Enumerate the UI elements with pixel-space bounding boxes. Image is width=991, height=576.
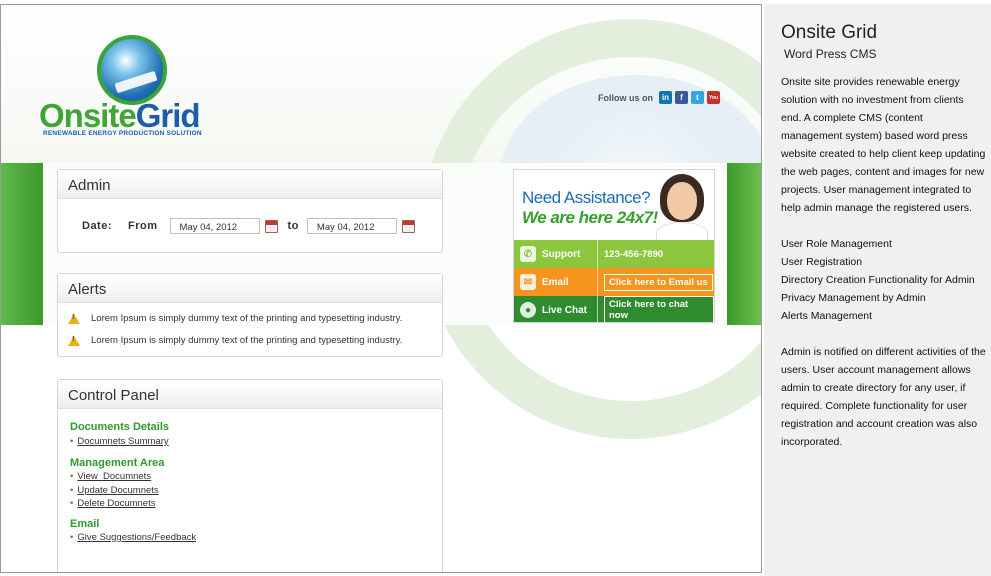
linkedin-icon[interactable]: in xyxy=(659,91,672,104)
feature-item: Privacy Management by Admin xyxy=(781,292,926,304)
bullet-icon: • xyxy=(70,532,74,543)
update-documents-link[interactable]: Update Documnets xyxy=(77,485,158,496)
green-band-left xyxy=(1,163,43,325)
onsite-grid-logo[interactable]: OnsiteGrid RENEWABLE ENERGY PRODUCTION S… xyxy=(39,33,229,143)
feedback-link-row: • Give Suggestions/Feedback xyxy=(70,532,196,543)
chat-now-button[interactable]: Click here to chat now xyxy=(604,296,714,322)
bullet-icon: • xyxy=(70,471,74,482)
calendar-icon[interactable] xyxy=(401,219,415,233)
agent-face xyxy=(667,182,697,220)
support-label: Support xyxy=(542,248,581,260)
email-heading: Email xyxy=(70,518,100,530)
documents-details-heading: Documents Details xyxy=(70,421,170,433)
to-label: to xyxy=(287,220,299,232)
assistance-subtitle: We are here 24x7! xyxy=(522,208,658,227)
youtube-icon[interactable]: You xyxy=(707,91,720,104)
feature-item: Directory Creation Functionality for Adm… xyxy=(781,274,975,286)
email-row: ✉ Email Click here to Email us xyxy=(514,268,714,296)
logo-tagline: RENEWABLE ENERGY PRODUCTION SOLUTION xyxy=(43,130,202,137)
alert-item: Lorem Ipsum is simply dummy text of the … xyxy=(68,335,402,346)
documents-summary-link[interactable]: Documnets Summary xyxy=(77,436,168,447)
project-description: Onsite Grid Word Press CMS Onsite site p… xyxy=(764,4,991,576)
feature-item: User Registration xyxy=(781,256,863,268)
from-date-input[interactable] xyxy=(169,218,260,234)
assistance-title: Need Assistance? xyxy=(522,188,651,207)
live-chat-row: ● Live Chat Click here to chat now xyxy=(514,296,714,322)
bullet-icon: • xyxy=(70,498,74,509)
logo-word-onsite: Onsite xyxy=(39,97,137,134)
project-subtitle: Word Press CMS xyxy=(784,47,877,61)
documents-summary-link-row: • Documnets Summary xyxy=(70,436,169,447)
delete-documents-link[interactable]: Delete Documnets xyxy=(77,498,155,509)
to-date-input[interactable] xyxy=(306,218,397,234)
warning-icon xyxy=(68,313,80,324)
facebook-icon[interactable]: f xyxy=(675,91,688,104)
alert-text: Lorem Ipsum is simply dummy text of the … xyxy=(91,335,403,346)
control-panel: Control Panel Documents Details • Documne… xyxy=(57,379,443,572)
alerts-panel-title: Alerts xyxy=(58,274,442,303)
update-documents-link-row: • Update Documnets xyxy=(70,485,159,496)
twitter-icon[interactable]: t xyxy=(691,91,704,104)
control-panel-title: Control Panel xyxy=(58,380,442,409)
from-label: From xyxy=(128,220,158,232)
date-label: Date: xyxy=(82,220,113,232)
admin-panel: Admin Date: From to xyxy=(57,169,443,253)
calendar-icon[interactable] xyxy=(264,219,278,233)
support-agent-image xyxy=(656,174,708,244)
envelope-icon: ✉ xyxy=(520,274,536,290)
alert-text: Lorem Ipsum is simply dummy text of the … xyxy=(91,313,403,324)
view-documents-link-row: • View Documnets xyxy=(70,471,151,482)
live-chat-label: Live Chat xyxy=(542,304,588,316)
view-documents-link[interactable]: View Documnets xyxy=(77,471,151,482)
support-label-cell: ✆ Support xyxy=(514,240,598,268)
feature-list: User Role Management User Registration D… xyxy=(781,235,991,325)
website-screenshot: OnsiteGrid RENEWABLE ENERGY PRODUCTION S… xyxy=(0,4,762,573)
logo-word-grid: Grid xyxy=(135,97,201,134)
warning-icon xyxy=(68,335,80,346)
support-phone[interactable]: 123-456-7890 xyxy=(598,249,714,260)
follow-us-bar: Follow us on in f t You xyxy=(598,91,720,104)
project-closing: Admin is notified on different activitie… xyxy=(781,346,986,448)
email-us-button[interactable]: Click here to Email us xyxy=(604,273,713,291)
email-label: Email xyxy=(542,276,569,288)
chat-bubble-icon: ● xyxy=(520,302,536,318)
feature-item: Alerts Management xyxy=(781,310,873,322)
need-assistance-box: Need Assistance? We are here 24x7! ✆ Supp… xyxy=(513,169,715,323)
globe-logo-icon xyxy=(97,35,167,105)
follow-us-label: Follow us on xyxy=(598,92,653,103)
date-range-row: Date: From to xyxy=(82,218,415,234)
alerts-panel: Alerts Lorem Ipsum is simply dummy text … xyxy=(57,273,443,357)
green-band-right xyxy=(727,163,761,325)
bullet-icon: • xyxy=(70,485,74,496)
project-title: Onsite Grid xyxy=(781,22,878,43)
phone-icon: ✆ xyxy=(520,246,536,262)
support-row: ✆ Support 123-456-7890 xyxy=(514,240,714,268)
email-label-cell: ✉ Email xyxy=(514,268,598,296)
alert-item: Lorem Ipsum is simply dummy text of the … xyxy=(68,313,402,324)
chat-label-cell: ● Live Chat xyxy=(514,296,598,322)
management-area-heading: Management Area xyxy=(70,457,165,469)
admin-panel-title: Admin xyxy=(58,170,442,199)
delete-documents-link-row: • Delete Documnets xyxy=(70,498,155,509)
project-intro: Onsite site provides renewable energy so… xyxy=(781,76,986,214)
bullet-icon: • xyxy=(70,436,74,447)
give-suggestions-link[interactable]: Give Suggestions/Feedback xyxy=(77,532,196,543)
feature-item: User Role Management xyxy=(781,238,892,250)
